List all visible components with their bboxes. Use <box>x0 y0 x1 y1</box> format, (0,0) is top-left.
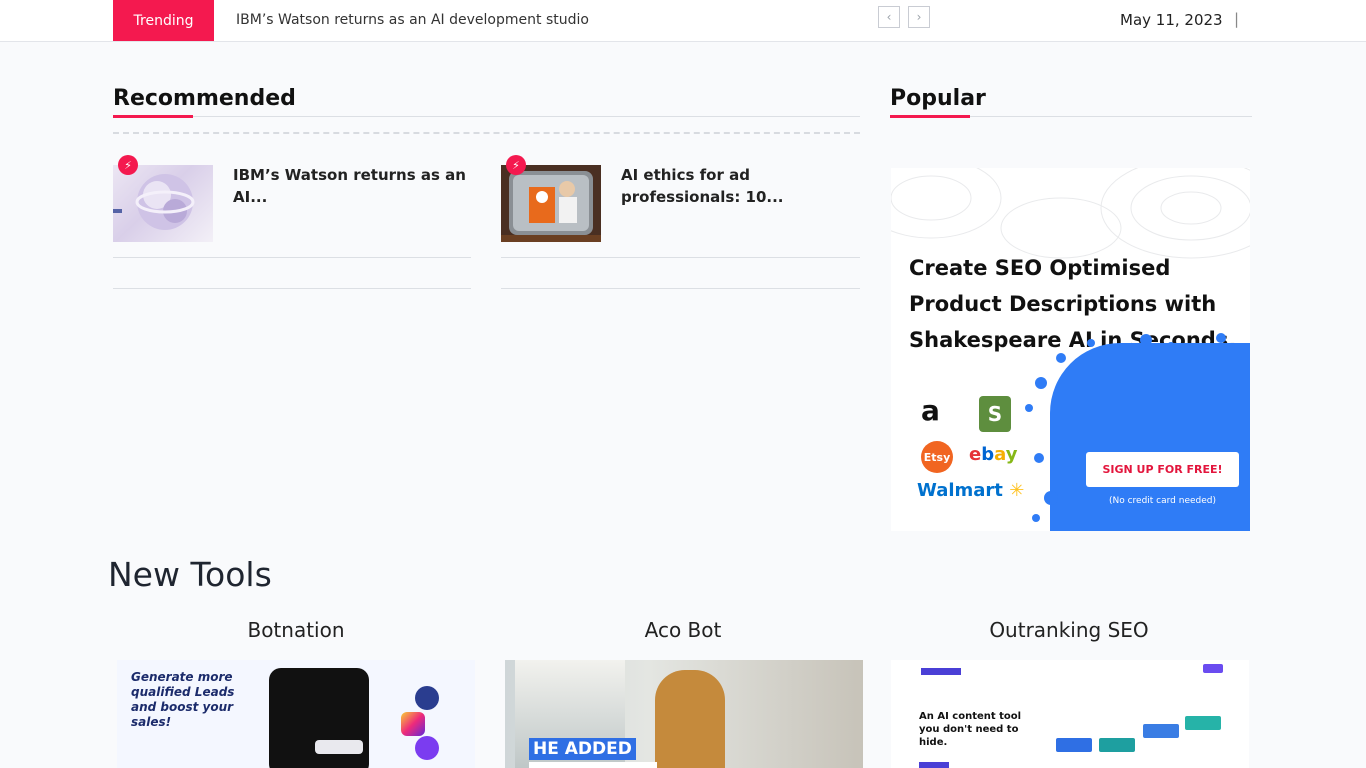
card-divider <box>113 257 471 258</box>
current-date: May 11, 2023 <box>1120 11 1223 29</box>
bolt-icon: ⚡ <box>506 155 526 175</box>
recommended-title: Recommended <box>113 86 296 111</box>
diagram-box <box>1099 738 1135 752</box>
tool-image-caption: HE ADDED <box>529 738 636 760</box>
section-accent <box>113 115 193 118</box>
diagram-box <box>1185 716 1221 730</box>
walmart-logo: Walmart ✳ <box>917 480 1024 501</box>
caption-strip <box>529 762 657 768</box>
messenger-icon <box>415 736 439 760</box>
card-divider <box>113 288 471 289</box>
section-divider <box>113 116 860 117</box>
signup-pill <box>1203 664 1223 673</box>
person-figure <box>655 670 725 768</box>
abstract-sphere-image <box>113 174 195 230</box>
shopify-logo: S <box>979 396 1011 432</box>
diagram-box <box>1143 724 1179 738</box>
card-divider <box>501 257 860 258</box>
article-thumbnail[interactable] <box>113 165 213 242</box>
tool-name-botnation[interactable]: Botnation <box>117 618 475 642</box>
tool-image-caption: Generate more qualified Leads and boost … <box>131 670 235 729</box>
article-thumbnail[interactable] <box>501 165 601 242</box>
trending-badge: Trending <box>113 0 214 41</box>
ad-note: (No credit card needed) <box>1108 496 1217 506</box>
tool-image-caption: An AI content tool you don't need to hid… <box>919 711 1022 748</box>
top-bar: Trending IBM’s Watson returns as an AI d… <box>0 0 1366 42</box>
chat-bubble <box>315 740 363 754</box>
walmart-spark-icon: ✳ <box>1002 480 1025 501</box>
diagram-box <box>1056 738 1092 752</box>
tool-name-aco-bot[interactable]: Aco Bot <box>504 618 862 642</box>
next-button[interactable]: › <box>908 6 930 28</box>
outranking-logo <box>921 668 961 675</box>
article-title[interactable]: AI ethics for ad professionals: 10... <box>621 164 856 208</box>
signup-button[interactable]: SIGN UP FOR FREE! <box>1086 452 1239 487</box>
etsy-logo: Etsy <box>921 441 953 473</box>
advertisement-banner[interactable]: Create SEO Optimised Product Description… <box>891 168 1250 531</box>
card-divider <box>501 288 860 289</box>
start-button <box>919 762 949 768</box>
chevron-right-icon: › <box>916 10 922 24</box>
instagram-icon <box>401 712 425 736</box>
bolt-icon: ⚡ <box>118 155 138 175</box>
walmart-wordmark: Walmart <box>917 480 1003 501</box>
trending-headline-link[interactable]: IBM’s Watson returns as an AI developmen… <box>236 12 589 28</box>
tool-image-outranking-seo[interactable]: An AI content tool you don't need to hid… <box>891 660 1249 768</box>
tool-image-botnation[interactable]: Generate more qualified Leads and boost … <box>117 660 475 768</box>
tool-image-aco-bot[interactable]: HE ADDED <box>505 660 863 768</box>
section-accent <box>890 115 970 118</box>
globe-icon <box>415 686 439 710</box>
prev-button[interactable]: ‹ <box>878 6 900 28</box>
tool-name-outranking-seo[interactable]: Outranking SEO <box>890 618 1248 642</box>
ebay-logo: ebay <box>969 444 1018 465</box>
separator: | <box>1234 10 1240 28</box>
article-title[interactable]: IBM’s Watson returns as an AI... <box>233 164 468 208</box>
tv-man-image <box>501 165 601 242</box>
amazon-logo: a <box>921 394 940 427</box>
new-tools-title: New Tools <box>108 555 272 594</box>
popular-title: Popular <box>890 86 986 111</box>
dashed-divider <box>113 132 860 134</box>
chevron-left-icon: ‹ <box>886 10 892 24</box>
